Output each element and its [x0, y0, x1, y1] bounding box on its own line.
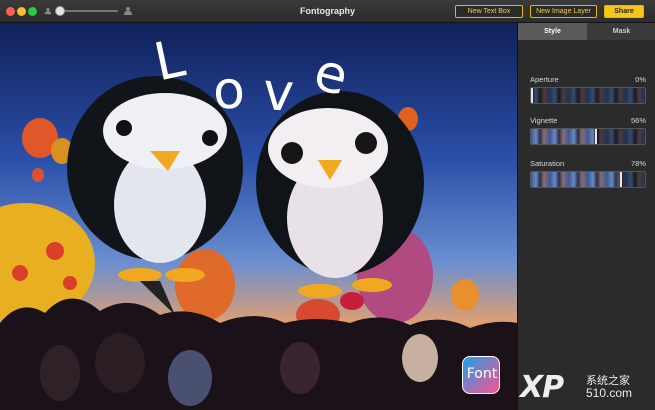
love-letter-l: L	[149, 28, 190, 94]
love-letter-e: e	[308, 42, 354, 108]
vignette-label: Vignette	[530, 116, 558, 125]
app-icon-text: Font	[466, 366, 498, 382]
slider-unfilled-region	[621, 172, 645, 187]
watermark-site: 510.com	[586, 386, 633, 400]
slider-unfilled-region	[533, 88, 645, 103]
zoom-slider-track[interactable]	[58, 10, 118, 12]
aperture-label: Aperture	[530, 75, 559, 84]
saturation-value: 78%	[630, 159, 646, 168]
share-button[interactable]: Share	[604, 5, 644, 18]
zoom-in-person-icon[interactable]	[124, 7, 132, 16]
aperture-slider-marker[interactable]	[531, 88, 533, 103]
saturation-label: Saturation	[530, 159, 565, 168]
new-image-layer-button[interactable]: New Image Layer	[530, 5, 597, 18]
balloon-right	[451, 279, 479, 311]
saturation-slider-marker[interactable]	[619, 172, 622, 187]
fontography-app-icon: Font	[462, 356, 500, 394]
title-bar: Fontography New Text Box New Image Layer…	[0, 0, 655, 23]
watermark-xp: XP	[520, 370, 564, 405]
balloon-center-back	[175, 249, 235, 321]
balloon-tiny	[32, 168, 44, 182]
saturation-filmstrip-slider[interactable]	[530, 171, 646, 188]
slider-unfilled-region	[596, 129, 645, 144]
vignette-slider-marker[interactable]	[594, 129, 597, 144]
zoom-window-button[interactable]	[28, 7, 37, 16]
inspector-tabs: Style Mask	[518, 23, 655, 40]
love-letter-o: o	[211, 60, 247, 122]
vignette-filmstrip-slider[interactable]	[530, 128, 646, 145]
aperture-value: 0%	[635, 75, 646, 84]
close-window-button[interactable]	[6, 7, 15, 16]
love-text-overlay[interactable]: L o v e	[149, 29, 375, 131]
aperture-filmstrip-slider[interactable]	[530, 87, 646, 104]
photo-canvas[interactable]: L o v e	[0, 23, 517, 410]
new-text-box-button[interactable]: New Text Box	[455, 5, 523, 18]
minimize-window-button[interactable]	[17, 7, 26, 16]
crowd	[0, 298, 517, 410]
inspector-panel: Style Mask Aperture 0% Vignette 56% Satu…	[517, 23, 655, 410]
tab-style[interactable]: Style	[518, 23, 587, 40]
love-letter-v: v	[260, 61, 296, 125]
tab-mask[interactable]: Mask	[587, 23, 655, 40]
vignette-value: 56%	[630, 116, 646, 125]
zoom-out-person-icon[interactable]	[44, 7, 52, 15]
zoom-slider-thumb[interactable]	[55, 6, 65, 16]
